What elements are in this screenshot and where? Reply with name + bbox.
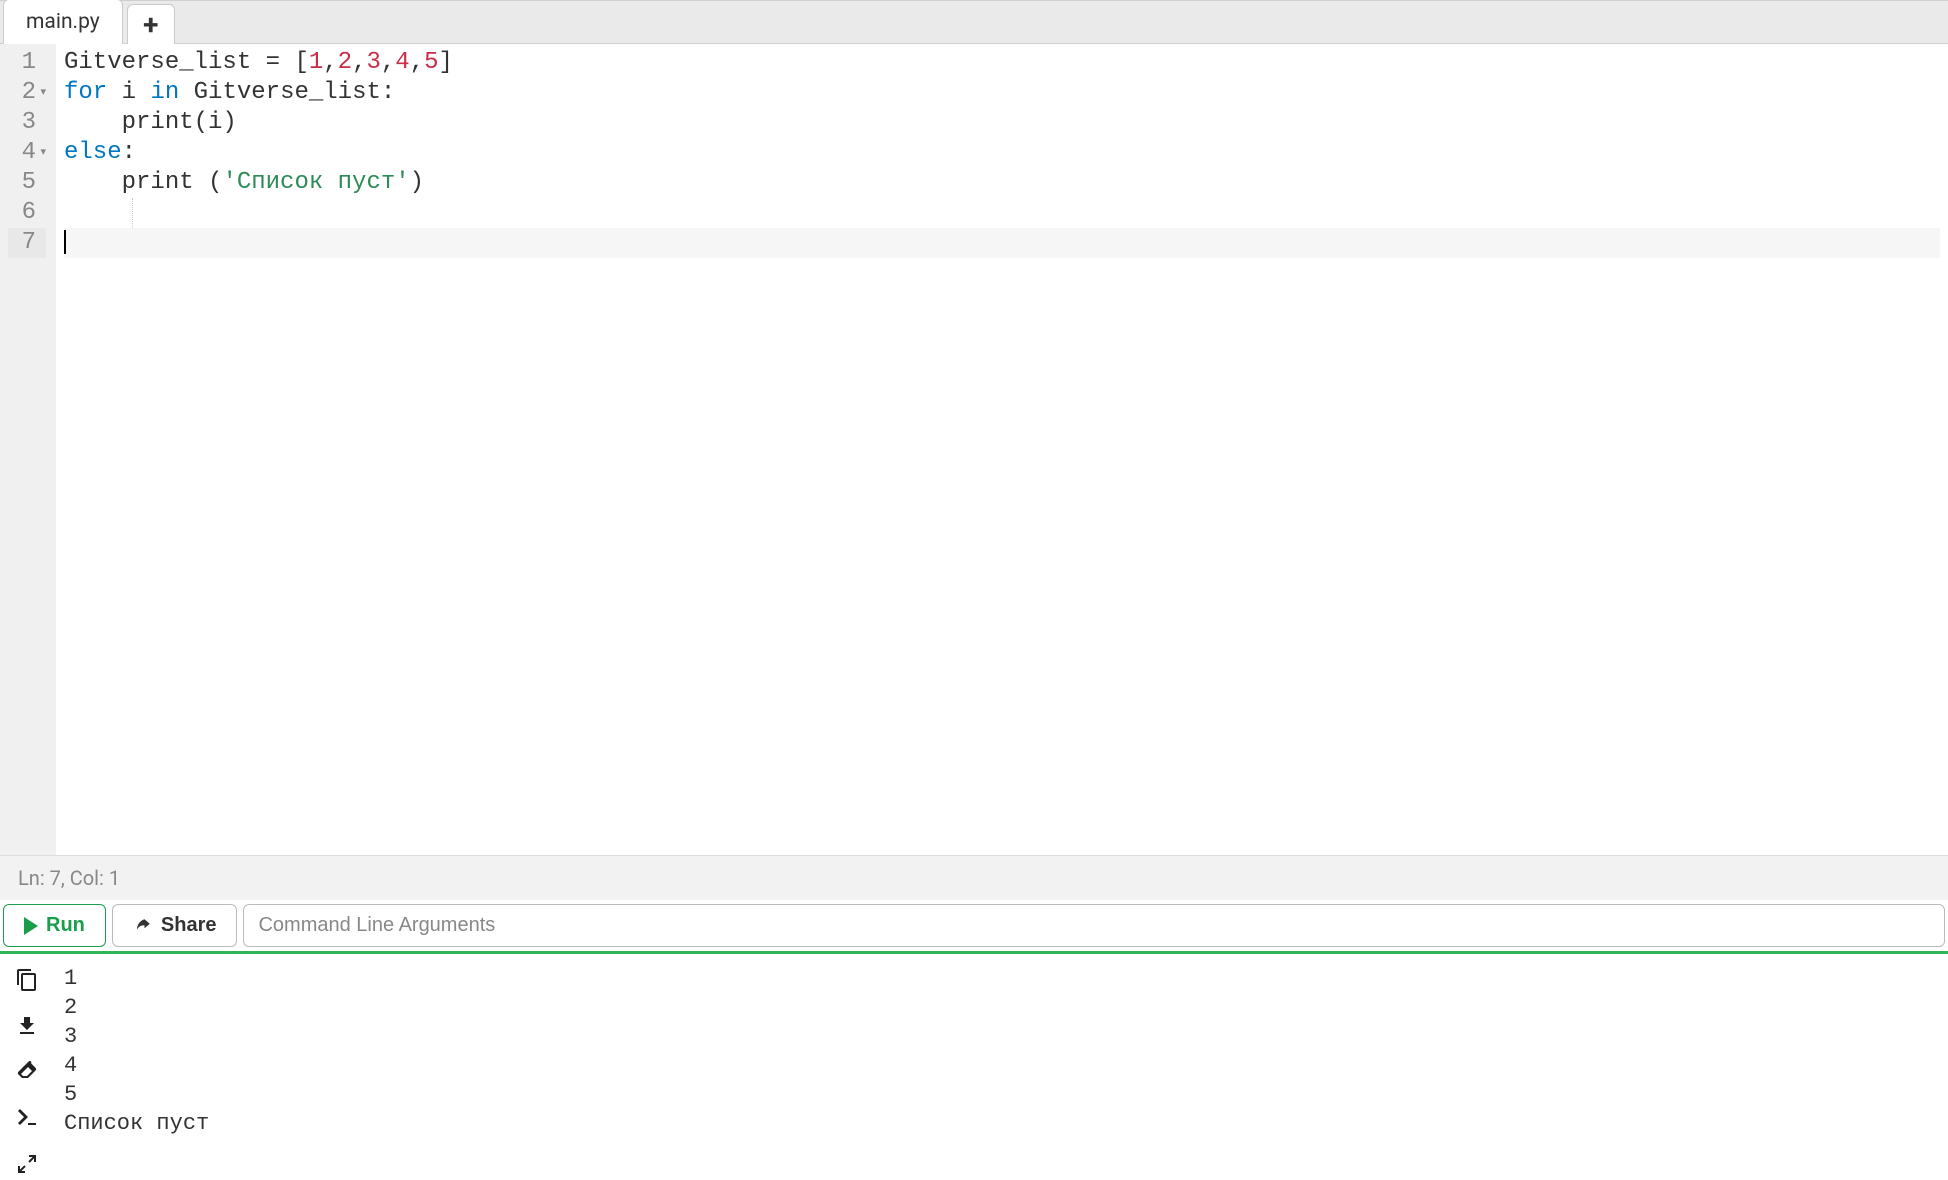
code-line[interactable]: print ('Список пуст') <box>64 168 1940 198</box>
erase-icon[interactable] <box>15 1060 39 1084</box>
code-area[interactable]: Gitverse_list = [1,2,3,4,5]for i in Gitv… <box>56 44 1948 855</box>
tabs-bar: main.py + <box>0 0 1948 44</box>
share-icon <box>133 917 153 935</box>
terminal-icon[interactable] <box>15 1106 39 1130</box>
code-line[interactable] <box>64 228 1940 258</box>
line-number: 1 <box>8 48 46 78</box>
code-line[interactable]: else: <box>64 138 1940 168</box>
play-icon <box>24 917 38 935</box>
cursor-position: Ln: 7, Col: 1 <box>18 866 120 890</box>
code-line[interactable]: print(i) <box>64 108 1940 138</box>
code-line[interactable]: for i in Gitverse_list: <box>64 78 1940 108</box>
line-number: 5 <box>8 168 46 198</box>
line-number: 2▾ <box>8 78 46 108</box>
code-line[interactable]: Gitverse_list = [1,2,3,4,5] <box>64 48 1940 78</box>
plus-icon: + <box>143 8 158 41</box>
output-text[interactable]: 1 2 3 4 5 Список пуст <box>54 954 1948 1176</box>
share-label: Share <box>161 914 217 937</box>
run-button[interactable]: Run <box>3 904 106 947</box>
output-panel: 1 2 3 4 5 Список пуст <box>0 954 1948 1176</box>
toolbar: Run Share <box>0 900 1948 951</box>
tab-main-py[interactable]: main.py <box>3 0 123 44</box>
copy-icon[interactable] <box>15 968 39 992</box>
line-number: 7 <box>8 228 46 258</box>
line-number: 4▾ <box>8 138 46 168</box>
cli-args-input[interactable] <box>243 904 1945 947</box>
output-sidebar <box>0 954 54 1176</box>
code-editor[interactable]: 12▾34▾567 Gitverse_list = [1,2,3,4,5]for… <box>0 44 1948 855</box>
status-bar: Ln: 7, Col: 1 <box>0 855 1948 900</box>
text-cursor <box>64 230 66 254</box>
gutter: 12▾34▾567 <box>0 44 56 855</box>
run-label: Run <box>46 914 85 937</box>
line-number: 6 <box>8 198 46 228</box>
app-root: main.py + 12▾34▾567 Gitverse_list = [1,2… <box>0 0 1948 1176</box>
expand-icon[interactable] <box>15 1152 39 1176</box>
share-button[interactable]: Share <box>112 904 238 947</box>
line-number: 3 <box>8 108 46 138</box>
code-line[interactable] <box>64 198 1940 228</box>
add-tab-button[interactable]: + <box>127 4 175 44</box>
download-icon[interactable] <box>15 1014 39 1038</box>
